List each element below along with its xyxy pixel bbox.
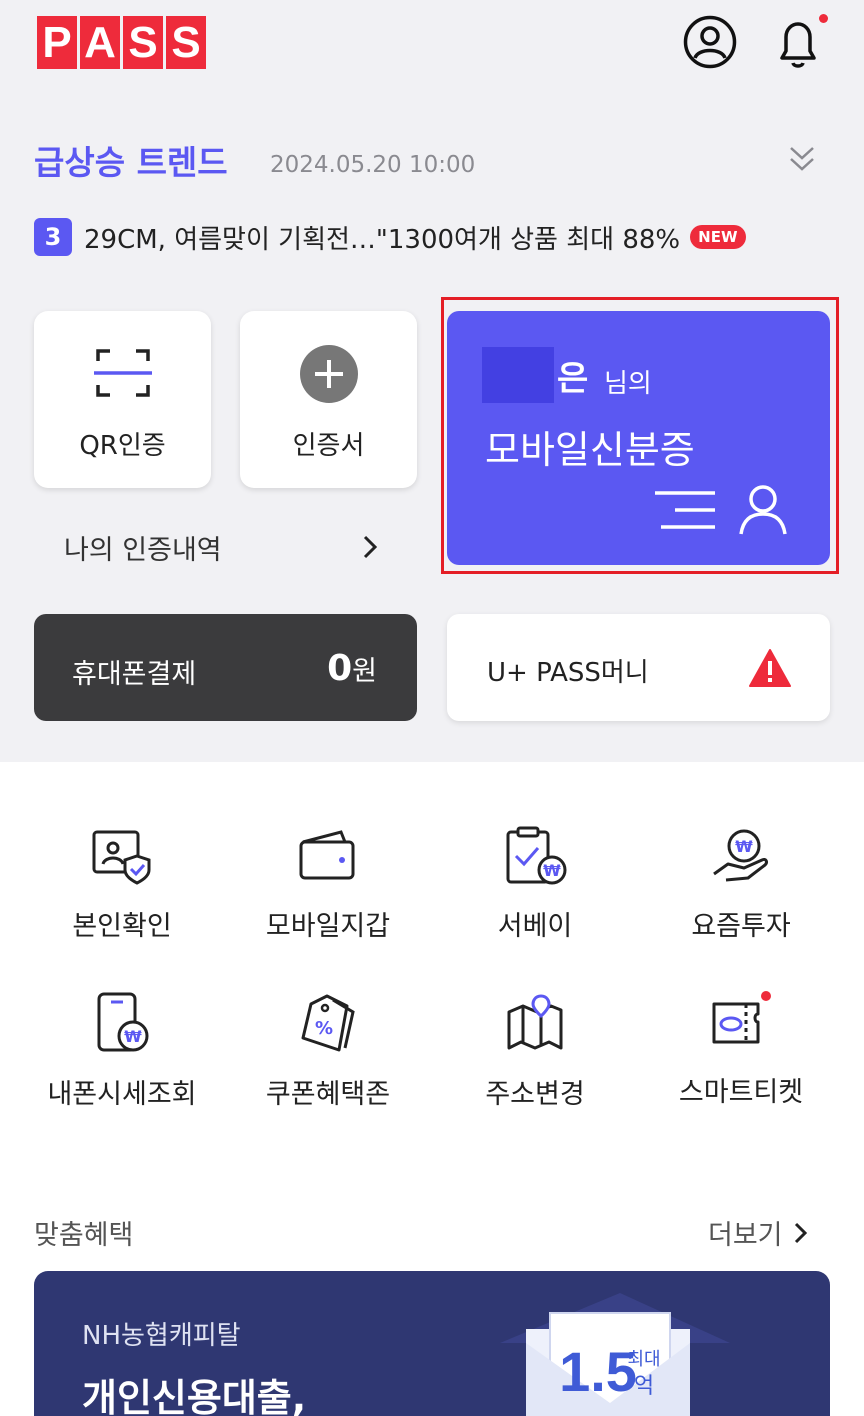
name-possessive: 님의 <box>604 369 652 399</box>
phone-payment-label: 휴대폰결제 <box>72 659 197 690</box>
certificate-button[interactable]: 인증서 <box>240 311 417 488</box>
logo-letter: S <box>123 16 163 69</box>
banner-headline: 개인신용대출, <box>82 1376 307 1416</box>
service-id-verify[interactable]: 본인확인 <box>19 828 225 943</box>
payment-amount-value: 0 <box>327 648 353 689</box>
benefits-title: 맞춤혜택 <box>34 1220 134 1251</box>
pass-money-label: U+ PASS머니 <box>487 658 649 688</box>
logo-letter: A <box>80 16 120 69</box>
pass-logo: P A S S <box>37 16 206 69</box>
service-label: 쿠폰혜택존 <box>265 1079 391 1110</box>
service-label: 본인확인 <box>72 911 172 942</box>
service-invest[interactable]: ₩ 요즘투자 <box>638 826 844 943</box>
warning-icon <box>749 649 791 687</box>
service-label: 주소변경 <box>485 1079 585 1110</box>
service-ticket[interactable]: 스마트티켓 <box>638 990 844 1109</box>
badge-top: 최대 <box>627 1349 660 1370</box>
trend-headline-row[interactable]: 3 29CM, 여름맞이 기획전…"1300여개 상품 최대 88% NEW <box>34 218 746 256</box>
menu-lines-icon <box>655 491 715 529</box>
new-badge: NEW <box>690 225 746 249</box>
banner-company: NH농협캐피탈 <box>82 1321 241 1351</box>
svg-text:%: % <box>315 1018 333 1039</box>
service-label: 스마트티켓 <box>678 1077 804 1108</box>
auth-history-link[interactable]: 나의 인증내역 <box>64 528 222 567</box>
certificate-label: 인증서 <box>292 431 365 461</box>
qr-auth-label: QR인증 <box>79 431 166 461</box>
service-label: 내폰시세조회 <box>47 1079 197 1110</box>
trend-timestamp: 2024.05.20 10:00 <box>270 152 476 178</box>
qr-scan-icon <box>94 349 152 397</box>
qr-auth-button[interactable]: QR인증 <box>34 311 211 488</box>
phone-payment-card[interactable]: 휴대폰결제 0원 <box>34 614 417 721</box>
service-coupon[interactable]: % 쿠폰혜택존 <box>225 992 431 1111</box>
notification-dot <box>819 14 828 23</box>
trend-headline: 29CM, 여름맞이 기획전…"1300여개 상품 최대 88% <box>84 224 681 255</box>
badge-bottom: 억 <box>634 1374 654 1399</box>
user-circle-icon[interactable] <box>682 14 738 70</box>
invest-icon: ₩ <box>713 829 768 882</box>
trend-title: 급상승 트렌드 <box>34 143 228 182</box>
benefit-banner[interactable]: NH농협캐피탈 개인신용대출, 1.5 최대 억 <box>34 1271 830 1416</box>
pass-money-card[interactable]: U+ PASS머니 <box>447 614 830 721</box>
payment-amount: 0원 <box>327 648 377 689</box>
ticket-icon <box>712 991 771 1044</box>
masked-name <box>482 347 554 403</box>
plus-circle-icon <box>300 345 358 403</box>
logo-letter: S <box>166 16 206 69</box>
service-label: 요즘투자 <box>691 911 791 942</box>
service-label: 서베이 <box>497 911 573 942</box>
more-label: 더보기 <box>708 1220 783 1251</box>
svg-text:₩: ₩ <box>735 837 753 856</box>
svg-text:₩: ₩ <box>543 861 561 880</box>
phone-price-icon: ₩ <box>97 992 149 1052</box>
person-icon <box>739 485 787 535</box>
svg-text:₩: ₩ <box>124 1027 142 1046</box>
more-link[interactable]: 더보기 <box>708 1213 809 1252</box>
name-suffix: 은 <box>557 359 589 399</box>
wallet-icon <box>299 830 355 880</box>
coupon-icon: % <box>301 994 355 1052</box>
chevron-right-icon[interactable] <box>360 533 380 561</box>
mobile-id-title: 모바일신분증 <box>485 428 695 472</box>
service-phone-price[interactable]: ₩ 내폰시세조회 <box>19 992 225 1111</box>
id-verify-icon <box>92 830 151 885</box>
service-label: 모바일지갑 <box>265 911 391 942</box>
envelope-badge-icon: 1.5 최대 억 <box>500 1293 730 1416</box>
badge-number: 1.5 <box>559 1340 637 1403</box>
rank-badge: 3 <box>34 218 72 256</box>
survey-icon: ₩ <box>506 826 567 885</box>
map-icon <box>507 994 563 1050</box>
service-wallet[interactable]: 모바일지갑 <box>225 828 431 943</box>
chevron-right-icon <box>794 1222 807 1243</box>
chevron-down-icon[interactable] <box>784 140 820 176</box>
bell-icon[interactable] <box>770 14 828 70</box>
logo-letter: P <box>37 16 77 69</box>
payment-currency: 원 <box>352 656 377 687</box>
service-address[interactable]: 주소변경 <box>432 994 638 1111</box>
service-survey[interactable]: ₩ 서베이 <box>432 826 638 943</box>
mobile-id-card[interactable]: 은 님의 모바일신분증 <box>447 311 830 565</box>
